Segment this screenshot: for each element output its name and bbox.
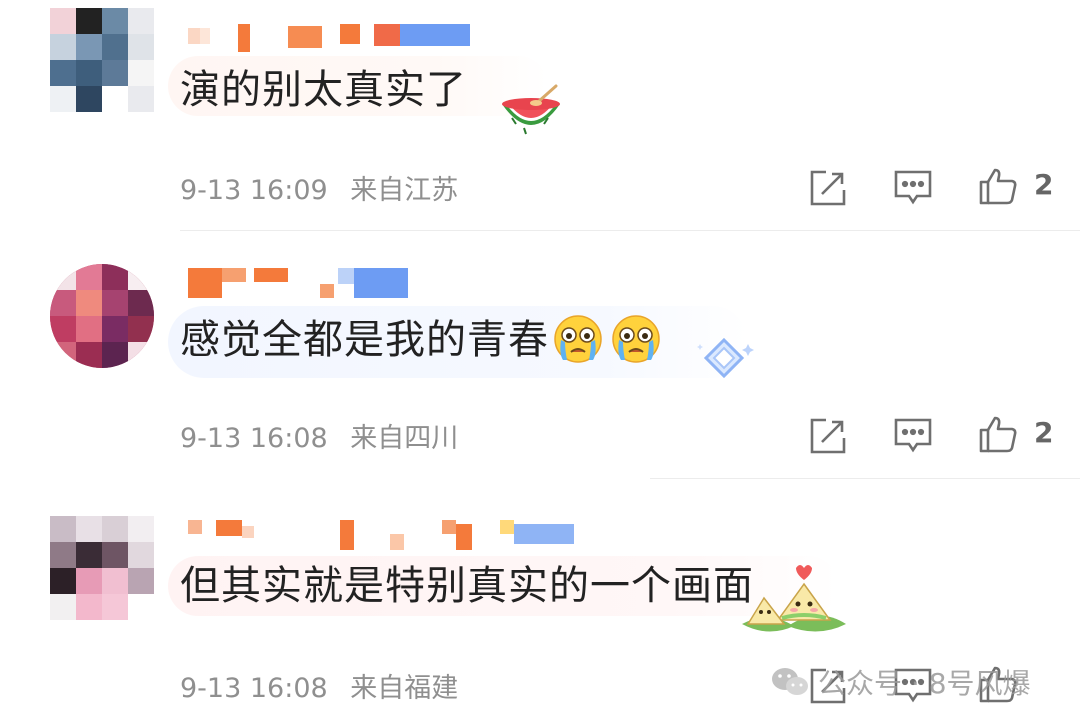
watermelon-icon xyxy=(498,84,564,140)
crying-face-icon xyxy=(553,314,603,364)
comment-meta: 9-13 16:09 来自江苏 xyxy=(180,168,472,207)
comment-item-2: 感觉全都是我的青春 9-13 16:08 来自四川 2 xyxy=(0,240,1080,476)
crying-face-icon xyxy=(611,314,661,364)
comment-date: 9-13 16:08 xyxy=(180,423,328,454)
username-blurred[interactable] xyxy=(180,264,420,298)
username-blurred[interactable] xyxy=(180,24,480,52)
comment-text: 但其实就是特别真实的一个画面 xyxy=(180,563,754,609)
share-icon[interactable] xyxy=(808,168,848,208)
watermark: 公众号 · 8号风爆 xyxy=(770,660,1031,704)
comment-meta: 9-13 16:08 来自福建 xyxy=(180,666,472,705)
avatar[interactable] xyxy=(50,516,154,620)
comment-reply-icon[interactable] xyxy=(893,416,933,456)
username-blurred[interactable] xyxy=(180,518,580,552)
comment-text: 演的别太真实了 xyxy=(180,67,467,113)
comment-location: 来自四川 xyxy=(350,423,459,454)
share-icon[interactable] xyxy=(808,416,848,456)
comment-date: 9-13 16:08 xyxy=(180,673,328,704)
zongzi-icon xyxy=(738,554,848,638)
avatar[interactable] xyxy=(50,8,154,112)
comment-location: 来自江苏 xyxy=(350,175,459,206)
comment-text: 感觉全都是我的青春 xyxy=(180,317,549,363)
comment-date: 9-13 16:09 xyxy=(180,175,328,206)
comment-item-1: 演的别太真实了 9-13 16:09 来自江苏 2 xyxy=(0,0,1080,230)
comment-location: 来自福建 xyxy=(350,673,459,704)
like-icon[interactable] xyxy=(978,166,1018,206)
diamond-badge-icon xyxy=(694,336,758,384)
like-icon[interactable] xyxy=(978,414,1018,454)
like-count: 2 xyxy=(1034,416,1054,449)
avatar[interactable] xyxy=(50,264,154,368)
comment-reply-icon[interactable] xyxy=(893,168,933,208)
divider xyxy=(650,478,1080,479)
divider xyxy=(180,230,1080,231)
wechat-icon xyxy=(770,662,810,702)
watermark-text: 公众号 · 8号风爆 xyxy=(818,667,1031,700)
comment-meta: 9-13 16:08 来自四川 xyxy=(180,416,472,455)
like-count: 2 xyxy=(1034,168,1054,201)
